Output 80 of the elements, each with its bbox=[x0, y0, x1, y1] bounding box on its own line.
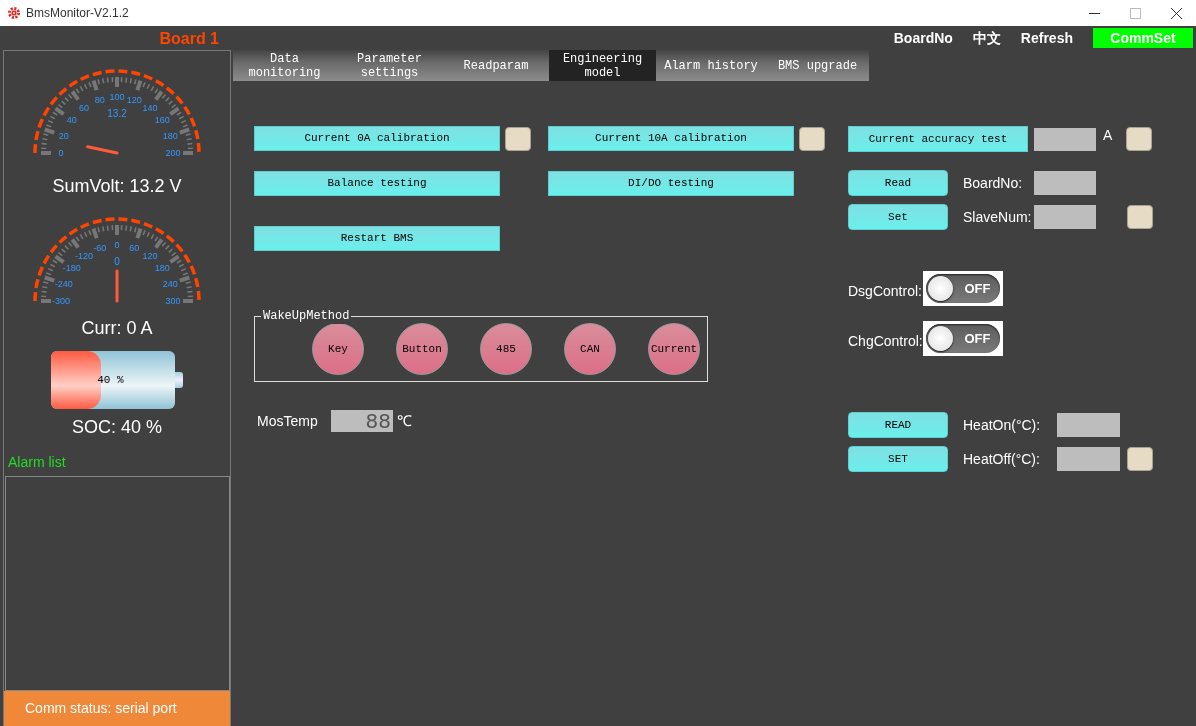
tick-label: 300 bbox=[165, 296, 181, 306]
tick-label: 40 bbox=[66, 115, 77, 126]
input-field[interactable] bbox=[1034, 127, 1096, 151]
temperature-display: 88 bbox=[331, 410, 393, 433]
action-button[interactable]: DI/DO testing bbox=[548, 171, 794, 196]
toggle-switch[interactable]: OFF bbox=[923, 321, 1003, 356]
input-field[interactable] bbox=[1057, 413, 1120, 437]
wakeup-option[interactable]: Current bbox=[648, 323, 700, 375]
gauge-reading: 13.2 bbox=[107, 108, 127, 119]
tick-label: 120 bbox=[126, 94, 142, 105]
field-label: SlaveNum: bbox=[963, 207, 1033, 227]
tick-label: -60 bbox=[93, 242, 107, 253]
battery-percent: 40 % bbox=[97, 372, 124, 388]
action-button[interactable]: SET bbox=[848, 446, 948, 472]
header-button[interactable]: Refresh bbox=[1020, 28, 1073, 48]
wakeup-option[interactable]: 485 bbox=[480, 323, 532, 375]
wakeup-option[interactable]: CAN bbox=[564, 323, 616, 375]
action-button[interactable]: Read bbox=[848, 170, 948, 196]
wakeup-option[interactable]: Button bbox=[396, 323, 448, 375]
tick-label: 0 bbox=[114, 240, 120, 250]
maximize-icon[interactable] bbox=[1130, 7, 1141, 19]
tab[interactable]: BMS upgrade bbox=[766, 50, 869, 81]
soc-caption: SOC: 40 % bbox=[71, 416, 162, 438]
wakeup-option[interactable]: Key bbox=[312, 323, 364, 375]
tick-label: -180 bbox=[62, 263, 81, 274]
group-title: WakeUpMethod bbox=[261, 308, 352, 324]
alarm-list-title: Alarm list bbox=[8, 453, 66, 472]
tick-label: 100 bbox=[109, 92, 125, 102]
tick-label: 80 bbox=[94, 94, 105, 105]
gauge-needle bbox=[115, 269, 119, 303]
tick-label: 0 bbox=[58, 148, 64, 158]
tick-label: -300 bbox=[52, 296, 70, 306]
input-field[interactable] bbox=[1034, 171, 1096, 195]
gauge-caption: Curr: 0 A bbox=[81, 317, 153, 339]
action-button[interactable]: Restart BMS bbox=[254, 226, 500, 251]
tab[interactable]: Data monitoring bbox=[233, 50, 336, 81]
tick-label: 20 bbox=[58, 130, 69, 141]
action-button[interactable]: Current 0A calibration bbox=[254, 126, 500, 151]
header-button[interactable]: 中文 bbox=[972, 28, 1001, 48]
battery-terminal bbox=[175, 372, 183, 388]
tick-label: 60 bbox=[129, 242, 140, 253]
close-icon[interactable] bbox=[1171, 7, 1182, 19]
field-label: BoardNo: bbox=[963, 173, 1024, 193]
window-title: BmsMonitor-V2.1.2 bbox=[26, 5, 129, 22]
action-button[interactable]: Current accuracy test bbox=[848, 126, 1028, 152]
gauge-needle bbox=[86, 145, 119, 155]
tick-label: 200 bbox=[165, 148, 181, 158]
field-label: MosTemp bbox=[257, 411, 319, 431]
field-label: DsgControl: bbox=[848, 282, 923, 301]
unit-label: ℃ bbox=[397, 411, 412, 431]
tab[interactable]: Readparam bbox=[443, 50, 549, 81]
tick-label: 160 bbox=[154, 115, 170, 126]
tab[interactable]: Alarm history bbox=[656, 50, 766, 81]
tab[interactable]: Engineering model bbox=[549, 50, 656, 81]
gauge-caption: SumVolt: 13.2 V bbox=[52, 175, 182, 197]
field-label: ChgControl: bbox=[848, 332, 923, 351]
gauge-reading: 0 bbox=[114, 256, 120, 267]
tick-label: 60 bbox=[79, 102, 90, 113]
header-button[interactable]: BoardNo bbox=[893, 28, 953, 48]
field-label: HeatOff(°C): bbox=[963, 449, 1041, 469]
input-field[interactable] bbox=[1034, 205, 1096, 229]
app-gear-icon bbox=[8, 7, 20, 19]
tick-label: 120 bbox=[142, 250, 158, 261]
action-button[interactable]: READ bbox=[848, 412, 948, 438]
action-button[interactable]: Set bbox=[848, 204, 948, 230]
tick-label: 180 bbox=[162, 130, 178, 141]
toggle-switch[interactable]: OFF bbox=[923, 271, 1003, 306]
tick-label: -120 bbox=[75, 250, 94, 261]
status-bar: Comm status: serial port bbox=[4, 691, 230, 726]
tick-label: 140 bbox=[142, 102, 158, 113]
field-label: HeatOn(°C): bbox=[963, 415, 1042, 435]
board-label: Board 1 bbox=[158, 29, 220, 49]
unit-label: A bbox=[1103, 125, 1113, 145]
tick-label: -240 bbox=[54, 278, 73, 289]
action-button[interactable]: Balance testing bbox=[254, 171, 500, 196]
input-field[interactable] bbox=[1057, 447, 1120, 471]
tick-label: 180 bbox=[154, 263, 170, 274]
tick-label: 240 bbox=[162, 278, 178, 289]
tab[interactable]: Parameter settings bbox=[336, 50, 443, 81]
action-button[interactable]: Current 10A calibration bbox=[548, 126, 794, 151]
